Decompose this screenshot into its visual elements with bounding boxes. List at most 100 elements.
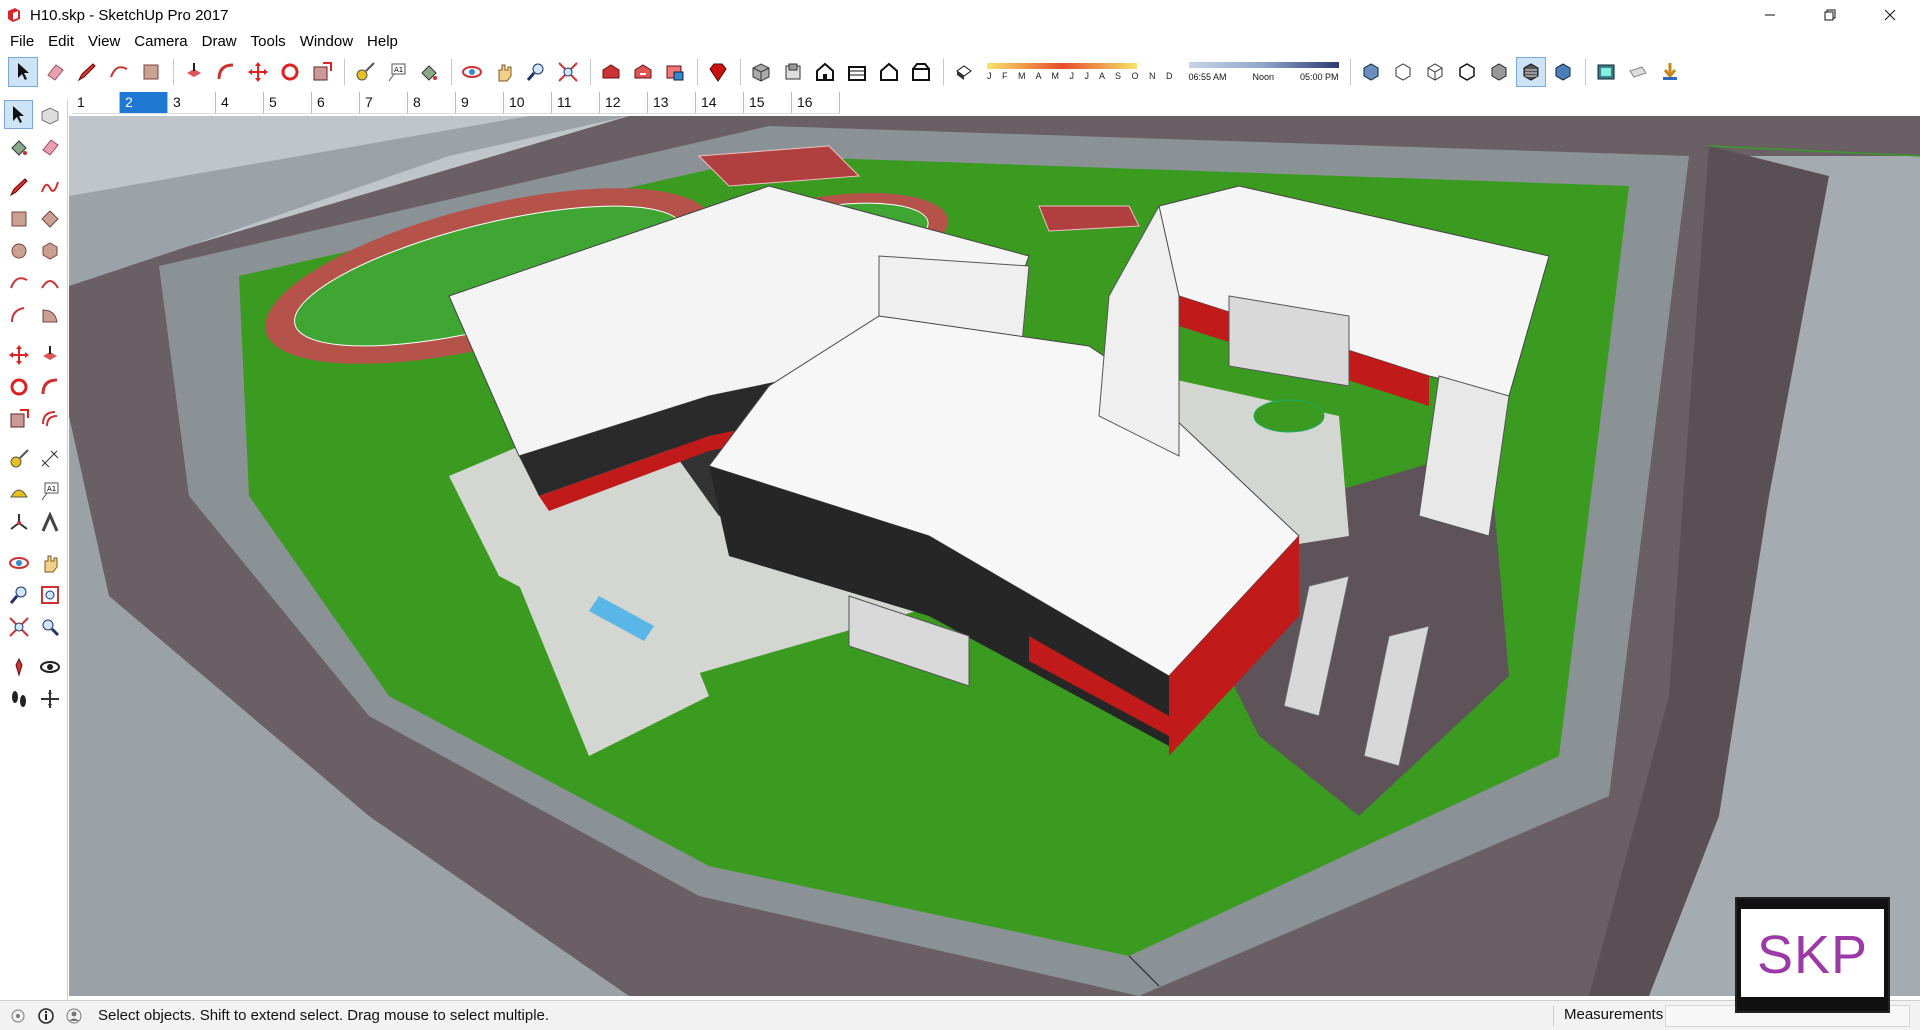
ruby-button[interactable] [703,57,733,87]
select-tool-button[interactable] [4,100,33,129]
top-view-button[interactable] [778,57,808,87]
eraser-button[interactable] [40,57,70,87]
scene-tab-15[interactable]: 15 [744,92,792,113]
menu-edit[interactable]: Edit [41,33,81,50]
tape-measure-tool-button[interactable] [4,444,33,473]
back-view-button[interactable] [874,57,904,87]
zoom-extents-button[interactable] [553,57,583,87]
freehand-tool-button[interactable] [35,172,64,201]
section-button[interactable] [1623,57,1653,87]
move-tool-button[interactable] [4,340,33,369]
zoom-window-tool-button[interactable] [35,580,64,609]
restore-button[interactable] [1800,0,1860,30]
follow-me-tool-button[interactable] [35,372,64,401]
scene-tab-10[interactable]: 10 [504,92,552,113]
rotated-rectangle-tool-button[interactable] [35,204,64,233]
scene-tab-16[interactable]: 16 [792,92,840,113]
pan-tool-button[interactable] [35,548,64,577]
dimension-tool-button[interactable] [35,444,64,473]
rotate-button[interactable] [275,57,305,87]
shadow-time-slider[interactable]: 06:55 AM Noon 05:00 PM [1188,62,1339,82]
paint-bucket-tool-button[interactable] [4,132,33,161]
text-button[interactable]: A1 [382,57,412,87]
front-view-button[interactable] [810,57,840,87]
scale-tool-button[interactable] [4,404,33,433]
close-button[interactable] [1860,0,1920,30]
paint-bucket-button[interactable] [414,57,444,87]
layers-button[interactable] [1591,57,1621,87]
shaded-button[interactable] [1484,57,1514,87]
share-model-button[interactable] [628,57,658,87]
move-button[interactable] [243,57,273,87]
position-camera-tool-button[interactable] [4,652,33,681]
scene-tab-11[interactable]: 11 [552,92,600,113]
scene-tab-7[interactable]: 7 [360,92,408,113]
left-view-button[interactable] [906,57,936,87]
model-viewport[interactable] [69,116,1920,996]
menu-file[interactable]: File [3,33,41,50]
scene-tab-3[interactable]: 3 [168,92,216,113]
3d-text-tool-button[interactable] [35,508,64,537]
import-button[interactable] [1655,57,1685,87]
arc-button[interactable] [104,57,134,87]
eraser-tool-button[interactable] [35,132,64,161]
scene-tab-4[interactable]: 4 [216,92,264,113]
line-tool-button[interactable] [4,172,33,201]
menu-draw[interactable]: Draw [195,33,244,50]
orbit-button[interactable] [457,57,487,87]
scale-button[interactable] [307,57,337,87]
scene-tab-2[interactable]: 2 [120,92,168,113]
scene-tab-1[interactable]: 1 [72,92,120,113]
walk-tool-button[interactable] [4,684,33,713]
shaded-textures-button[interactable] [1515,57,1546,87]
shadow-date-slider[interactable]: J F M A M J J A S O N D [987,63,1177,81]
menu-tools[interactable]: Tools [244,33,293,50]
offset-tool-button[interactable] [35,404,64,433]
scene-tab-9[interactable]: 9 [456,92,504,113]
two-point-arc-tool-button[interactable] [35,268,64,297]
wireframe-button[interactable] [1420,57,1450,87]
protractor-tool-button[interactable] [4,476,33,505]
extension-button[interactable] [660,57,690,87]
menu-camera[interactable]: Camera [127,33,194,50]
pencil-button[interactable] [72,57,102,87]
rectangle-tool-button[interactable] [4,204,33,233]
scene-tab-12[interactable]: 12 [600,92,648,113]
warehouse-button[interactable] [596,57,626,87]
status-geo-button[interactable] [8,1006,28,1026]
shadow-toggle-button[interactable] [949,57,979,87]
scene-tab-8[interactable]: 8 [408,92,456,113]
menu-view[interactable]: View [81,33,127,50]
minimize-button[interactable] [1740,0,1800,30]
push-pull-button[interactable] [179,57,209,87]
look-around-tool-button[interactable] [35,652,64,681]
tape-measure-button[interactable] [350,57,380,87]
pie-tool-button[interactable] [35,300,64,329]
select-button[interactable] [8,57,38,87]
right-view-button[interactable] [842,57,872,87]
status-user-button[interactable] [64,1006,84,1026]
previous-view-tool-button[interactable] [35,612,64,641]
section-plane-tool-button[interactable] [35,684,64,713]
text-tool-button[interactable]: A1 [35,476,64,505]
three-point-arc-tool-button[interactable] [4,300,33,329]
pan-button[interactable] [489,57,519,87]
status-info-button[interactable] [36,1006,56,1026]
arc-tool-button[interactable] [4,268,33,297]
polygon-tool-button[interactable] [35,236,64,265]
back-edges-button[interactable] [1388,57,1418,87]
zoom-button[interactable] [521,57,551,87]
component-tool-button[interactable] [35,100,64,129]
scene-tab-14[interactable]: 14 [696,92,744,113]
scene-tab-13[interactable]: 13 [648,92,696,113]
push-pull-tool-button[interactable] [35,340,64,369]
scene-tab-6[interactable]: 6 [312,92,360,113]
axes-tool-button[interactable] [4,508,33,537]
zoom-tool-button[interactable] [4,580,33,609]
xray-button[interactable] [1356,57,1386,87]
rotate-tool-button[interactable] [4,372,33,401]
monochrome-button[interactable] [1548,57,1578,87]
shape-button[interactable] [136,57,166,87]
hidden-line-button[interactable] [1452,57,1482,87]
menu-help[interactable]: Help [360,33,405,50]
